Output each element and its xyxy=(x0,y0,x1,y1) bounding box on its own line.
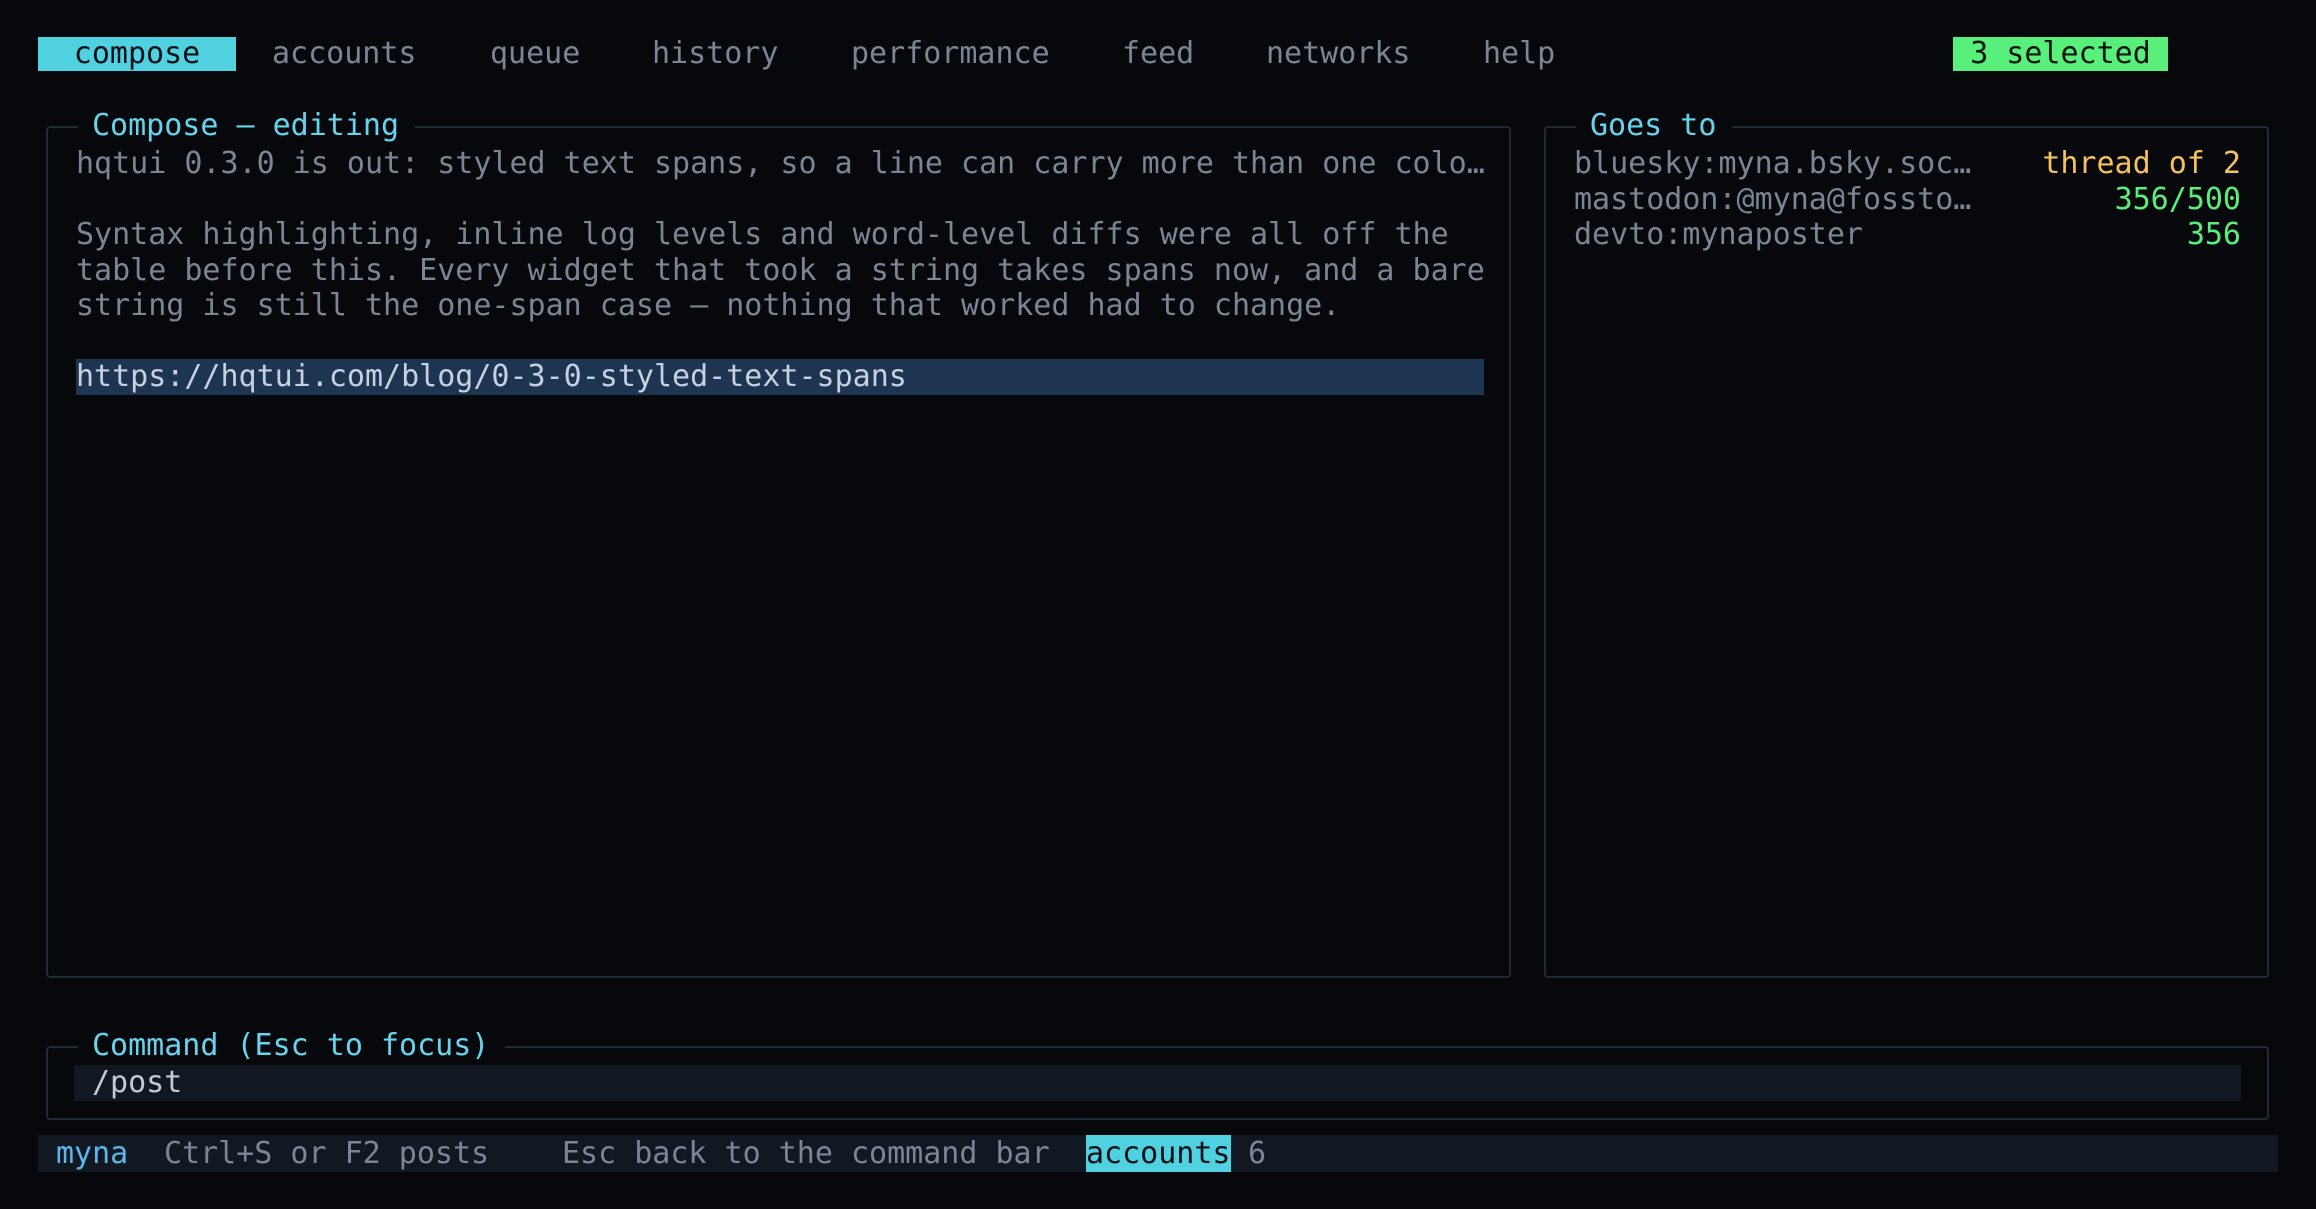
tab-compose[interactable]: compose xyxy=(38,37,236,71)
compose-text-line[interactable]: hqtui 0.3.0 is out: styled text spans, s… xyxy=(76,146,1485,182)
command-panel: Command (Esc to focus) /post xyxy=(46,1028,2269,1120)
destination-row[interactable]: mastodon:@myna@fossto… 356/500 xyxy=(1574,182,2241,218)
status-bar: myna Ctrl+S or F2 posts Esc back to the … xyxy=(38,1135,2278,1172)
compose-text-line[interactable]: table before this. Every widget that too… xyxy=(76,253,1485,289)
compose-text-line[interactable]: Syntax highlighting, inline log levels a… xyxy=(76,217,1449,253)
compose-panel[interactable]: Compose — editing hqtui 0.3.0 is out: st… xyxy=(46,108,1511,978)
post-shortcut-hint: Ctrl+S or F2 posts xyxy=(164,1136,490,1171)
tab-history[interactable]: history xyxy=(652,37,778,71)
command-input[interactable]: /post xyxy=(74,1065,2241,1101)
accounts-highlight[interactable]: accounts xyxy=(1086,1135,1231,1172)
accounts-count: 6 xyxy=(1248,1136,1267,1171)
destination-row[interactable]: bluesky:myna.bsky.soc… thread of 2 xyxy=(1574,146,2241,182)
destination-account: devto:mynaposter xyxy=(1574,217,1863,252)
destinations-panel: Goes to bluesky:myna.bsky.soc… thread of… xyxy=(1544,108,2269,978)
tab-feed[interactable]: feed xyxy=(1122,37,1194,71)
compose-text-line[interactable]: string is still the one-span case — noth… xyxy=(76,288,1340,324)
escape-shortcut-hint: Esc back to the command bar xyxy=(562,1136,1050,1171)
tab-accounts[interactable]: accounts xyxy=(272,37,417,71)
selected-url-line[interactable]: https://hqtui.com/blog/0-3-0-styled-text… xyxy=(76,359,1484,395)
current-user: myna xyxy=(56,1136,129,1171)
selected-count-badge: 3 selected xyxy=(1953,37,2168,71)
tab-queue[interactable]: queue xyxy=(490,37,580,71)
destination-status: 356/500 xyxy=(2114,182,2241,217)
tab-performance[interactable]: performance xyxy=(851,37,1050,71)
compose-panel-title: Compose — editing xyxy=(78,108,416,144)
destination-status: 356 xyxy=(2186,217,2241,252)
destination-account: mastodon:@myna@fossto… xyxy=(1574,182,1972,217)
command-panel-title: Command (Esc to focus) xyxy=(78,1028,506,1064)
tab-networks[interactable]: networks xyxy=(1266,37,1411,71)
tab-help[interactable]: help xyxy=(1483,37,1555,71)
destination-row[interactable]: devto:mynaposter 356 xyxy=(1574,217,2241,253)
destinations-panel-title: Goes to xyxy=(1576,108,1733,144)
destination-status: thread of 2 xyxy=(2042,146,2241,181)
destination-account: bluesky:myna.bsky.soc… xyxy=(1574,146,1972,181)
